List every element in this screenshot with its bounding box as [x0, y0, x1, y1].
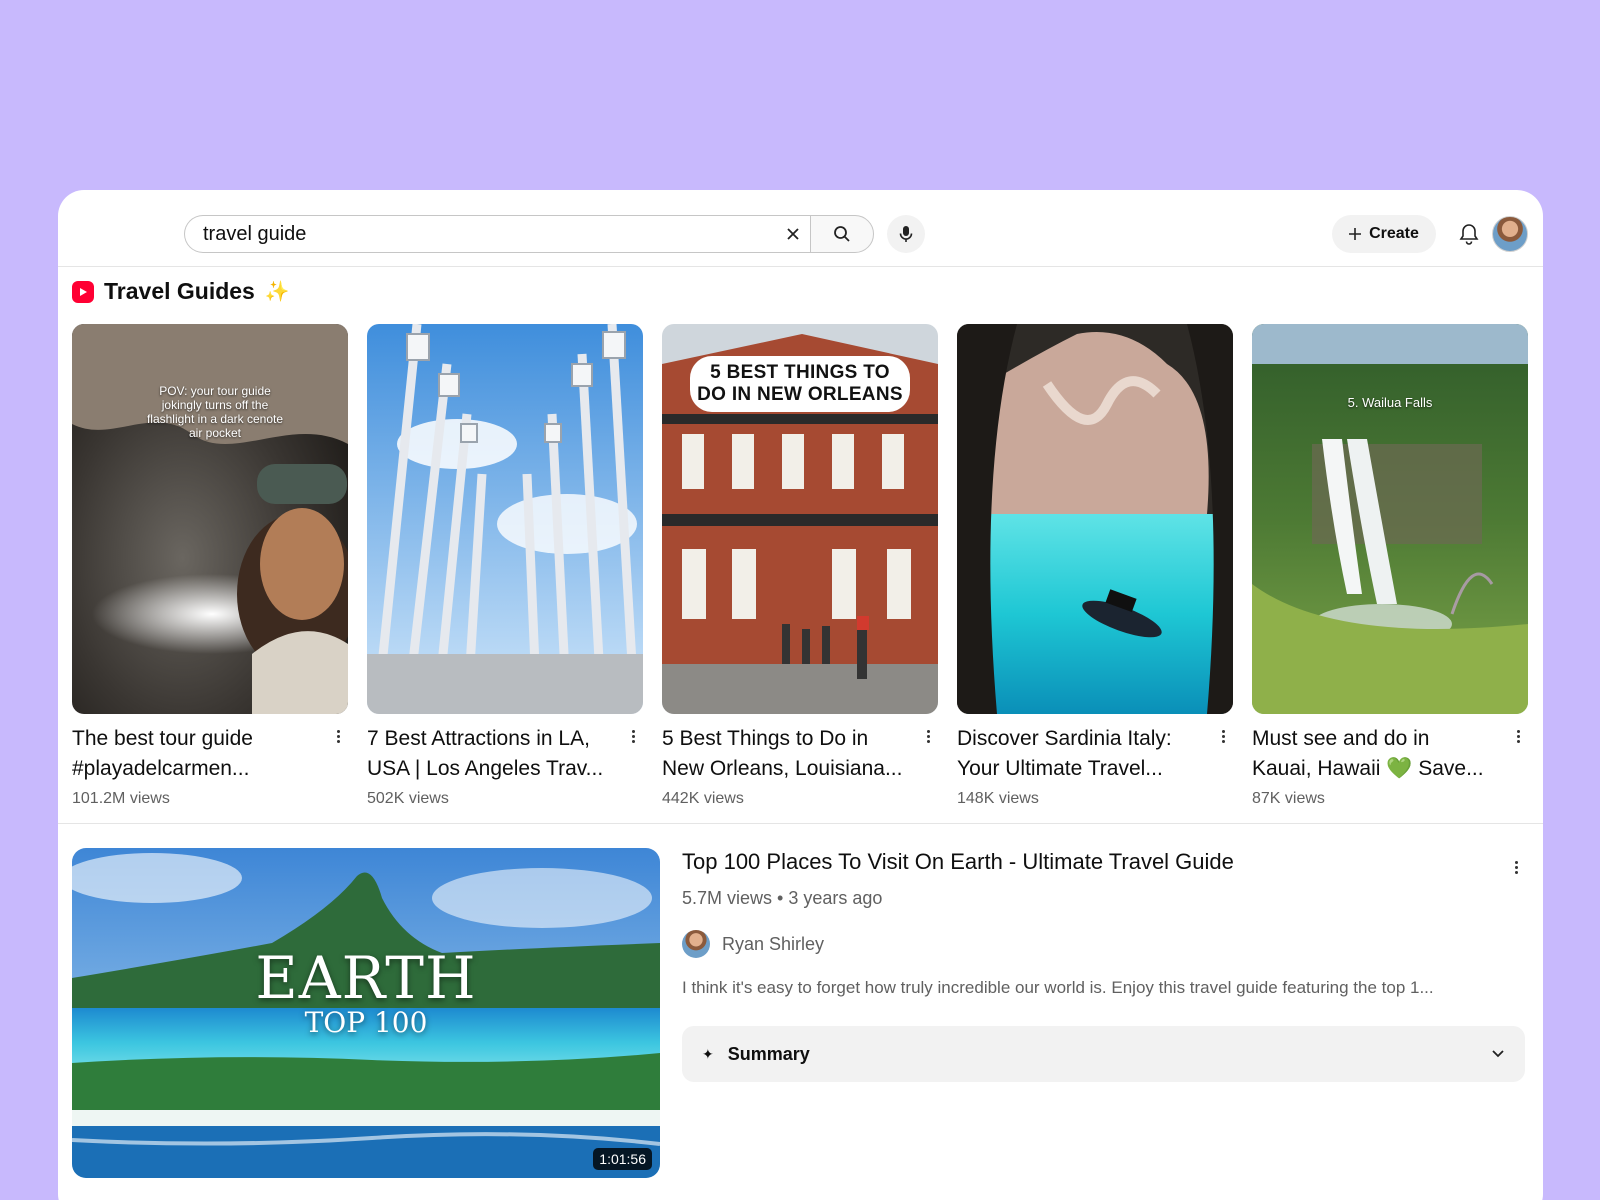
- short-overlay-text: 5. Wailua Falls: [1347, 395, 1433, 410]
- create-button-label: Create: [1369, 225, 1419, 242]
- more-vert-icon[interactable]: [1510, 724, 1526, 748]
- short-overlay-text: 5 BEST THINGS TO DO IN NEW ORLEANS: [690, 356, 910, 412]
- short-card[interactable]: 5. Wailua Falls Must see and do in Kauai…: [1252, 324, 1528, 808]
- duration-badge: 1:01:56: [593, 1148, 652, 1170]
- thumbnail-title-text: EARTH: [255, 944, 477, 1012]
- short-card[interactable]: 7 Best Attractions in LA, USA | Los Ange…: [367, 324, 643, 808]
- search-query-text: travel guide: [203, 222, 307, 245]
- short-thumbnail[interactable]: 5. Wailua Falls: [1252, 324, 1528, 714]
- short-views: 502K views: [367, 790, 449, 807]
- short-card[interactable]: Discover Sardinia Italy: Your Ultimate T…: [957, 324, 1233, 808]
- video-description: I think it's easy to forget how truly in…: [682, 978, 1434, 997]
- plus-icon: [1349, 228, 1362, 240]
- short-title-line1: Must see and do in: [1252, 727, 1430, 750]
- thumbnail-subtitle-text: TOP 100: [304, 1006, 428, 1039]
- short-views: 101.2M views: [72, 790, 170, 807]
- short-title-line2: Your Ultimate Travel...: [957, 757, 1163, 780]
- clear-icon: [787, 228, 799, 240]
- video-title[interactable]: Top 100 Places To Visit On Earth - Ultim…: [682, 847, 1482, 877]
- more-vert-icon[interactable]: [330, 724, 346, 748]
- top-bar: travel guide Create: [58, 190, 1543, 267]
- channel-name[interactable]: Ryan Shirley: [722, 934, 824, 955]
- video-metadata: 5.7M views • 3 years ago: [682, 888, 883, 908]
- create-button[interactable]: Create: [1332, 215, 1436, 253]
- short-title-line1: Discover Sardinia Italy:: [957, 727, 1172, 750]
- short-overlay-text: POV: your tour guide jokingly turns off …: [146, 384, 284, 440]
- short-title-line2: New Orleans, Louisiana...: [662, 757, 903, 780]
- account-avatar[interactable]: [1492, 216, 1528, 252]
- short-thumbnail[interactable]: POV: your tour guide jokingly turns off …: [72, 324, 348, 714]
- short-title-line2: Kauai, Hawaii 💚 Save...: [1252, 757, 1484, 780]
- short-title-line2: #playadelcarmen...: [72, 757, 250, 780]
- short-views: 87K views: [1252, 790, 1325, 807]
- notifications-button[interactable]: [1452, 217, 1486, 251]
- chevron-down-icon: [1492, 1050, 1504, 1058]
- sparkle-icon: ✦: [702, 1045, 714, 1062]
- short-views: 442K views: [662, 790, 744, 807]
- shelf-title: Travel Guides: [104, 278, 255, 304]
- more-vert-icon[interactable]: [920, 724, 936, 748]
- short-title-line1: 7 Best Attractions in LA,: [367, 727, 590, 750]
- more-vert-icon[interactable]: [1508, 855, 1524, 879]
- browser-window: travel guide Create Travel Guides ✨ POV:…: [58, 190, 1543, 1200]
- shorts-shelf: POV: your tour guide jokingly turns off …: [72, 324, 1528, 808]
- short-thumbnail[interactable]: 5 BEST THINGS TO DO IN NEW ORLEANS: [662, 324, 938, 714]
- thumbnail-title-art: EARTH TOP 100: [72, 948, 660, 1038]
- summary-label: Summary: [727, 1043, 810, 1064]
- short-views: 148K views: [957, 790, 1039, 807]
- shelf-header: Travel Guides ✨: [72, 278, 290, 305]
- youtube-logo-icon: [72, 280, 94, 303]
- more-vert-icon[interactable]: [625, 724, 641, 748]
- summary-expander[interactable]: ✦ Summary: [682, 1026, 1525, 1082]
- short-title-line2: USA | Los Angeles Trav...: [367, 757, 604, 780]
- video-thumbnail[interactable]: EARTH TOP 100 1:01:56: [72, 848, 660, 1178]
- short-thumbnail[interactable]: [957, 324, 1233, 714]
- search-icon: [834, 226, 850, 242]
- short-title-line1: 5 Best Things to Do in: [662, 727, 869, 750]
- short-thumbnail[interactable]: [367, 324, 643, 714]
- search-input[interactable]: travel guide: [184, 215, 816, 253]
- section-divider: [58, 823, 1543, 824]
- sparkle-icon: ✨: [264, 281, 290, 303]
- short-card[interactable]: 5 BEST THINGS TO DO IN NEW ORLEANS 5 Bes…: [662, 324, 938, 808]
- bell-icon: [1459, 224, 1479, 245]
- short-title-line1: The best tour guide: [72, 727, 253, 750]
- channel-row[interactable]: Ryan Shirley: [682, 930, 824, 958]
- channel-avatar[interactable]: [682, 930, 710, 958]
- mic-icon: [899, 226, 913, 242]
- short-card[interactable]: POV: your tour guide jokingly turns off …: [72, 324, 348, 808]
- more-vert-icon[interactable]: [1215, 724, 1231, 748]
- search-button[interactable]: [810, 215, 874, 253]
- voice-search-button[interactable]: [887, 215, 925, 253]
